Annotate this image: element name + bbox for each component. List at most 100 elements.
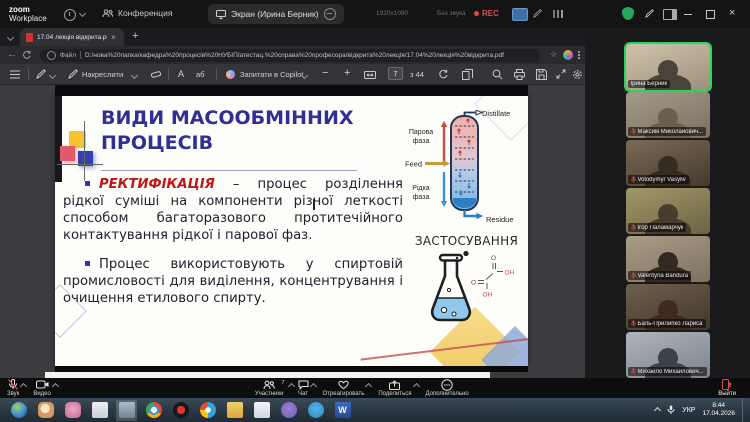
audio-label: Звук	[7, 391, 19, 397]
taskbar-app-icon[interactable]	[278, 400, 299, 421]
fit-width-icon[interactable]	[364, 71, 376, 79]
taskbar-app-icon[interactable]	[197, 400, 218, 421]
clock[interactable]: 8:44 17.04.2026	[702, 402, 735, 418]
participants-button[interactable]: Участники 7	[248, 380, 291, 397]
show-desktop-button[interactable]	[742, 398, 748, 422]
participant-video[interactable]: Баль-Прилипко Лариса	[626, 284, 710, 330]
taskbar-app-icon[interactable]	[305, 400, 326, 421]
decor-crosshair-v	[84, 121, 85, 181]
language-indicator[interactable]: УКР	[682, 407, 695, 414]
copilot-label[interactable]: Запитати в Copilot	[240, 70, 303, 79]
participant-video[interactable]: Ігор Паламарчук	[626, 188, 710, 234]
page-view-icon[interactable]	[462, 69, 473, 80]
eraser-icon[interactable]	[150, 70, 162, 79]
new-tab-button[interactable]: +	[132, 30, 138, 42]
draw-pen-icon[interactable]	[68, 69, 78, 79]
favorites-star-icon[interactable]: ☆	[550, 50, 557, 59]
tab-close-icon[interactable]: ×	[111, 33, 116, 42]
participant-name: Михайло Михайлович...	[638, 369, 704, 375]
participant-video[interactable]: Valentyna Bandura	[626, 236, 710, 282]
molecule-o: O	[471, 280, 476, 287]
layout-toggle-icon[interactable]	[663, 9, 677, 20]
taskbar-app-icon[interactable]	[224, 400, 245, 421]
dictionary-icon[interactable]: аб	[196, 70, 204, 79]
draw-label[interactable]: Накреслити	[82, 70, 123, 79]
file-info-icon[interactable]	[47, 51, 56, 60]
save-icon[interactable]	[536, 69, 547, 80]
taskbar-app-icon[interactable]	[143, 400, 164, 421]
taskbar-app-icon[interactable]	[35, 400, 56, 421]
video-thumbnail-mini[interactable]	[512, 8, 528, 21]
participant-video[interactable]: Volodymyr Vasyliv	[626, 140, 710, 186]
zoom-in-button[interactable]: +	[344, 67, 350, 79]
taskbar-app-icon[interactable]	[89, 400, 110, 421]
participant-name: Ірина Берник	[631, 81, 668, 87]
resolution-label: 1920x1080	[376, 10, 408, 17]
pdf-viewport[interactable]: ВИДИ МАСООБМІННИХ ПРОЦЕСІВ РЕКТИФІКАЦІЯ …	[0, 85, 585, 378]
taskbar-app-icon[interactable]	[8, 400, 29, 421]
chevron-down-icon[interactable]	[131, 72, 138, 79]
tray-expand-icon[interactable]	[654, 406, 661, 413]
browser-tab-active[interactable]: 17.04 лекція відкрита.pdf ×	[20, 28, 124, 46]
address-bar[interactable]: Файл D:/нова%20папка/кафедра%20процесів%…	[40, 49, 540, 62]
taskbar-app-icon[interactable]	[170, 400, 191, 421]
share-button[interactable]: Поделиться	[371, 380, 418, 397]
back-button[interactable]: ←	[7, 49, 17, 60]
chevron-down-icon[interactable]	[49, 72, 56, 79]
audio-button[interactable]: Звук	[0, 380, 26, 397]
taskbar-app-icon[interactable]	[116, 400, 137, 421]
monitor-icon	[216, 10, 226, 19]
zoom-bottom-toolbar: Звук Видео Участники 7 Чат Отреагировать	[0, 378, 750, 398]
annotate-pencil-icon[interactable]	[533, 9, 542, 18]
taskbar-app-icon[interactable]	[251, 400, 272, 421]
page-number-input[interactable]: 7	[388, 67, 403, 80]
label-liquid-1: Рідка	[412, 184, 430, 192]
tab-conference[interactable]: Конференция	[102, 8, 172, 18]
zoom-out-button[interactable]: −	[322, 67, 328, 79]
leave-button[interactable]: Выйти	[711, 380, 750, 397]
participant-name: Максим Миколайович...	[638, 129, 704, 135]
label-feed: Feed	[405, 160, 422, 169]
timer-icon	[64, 9, 76, 21]
zoom-logo: zoom Workplace	[9, 5, 47, 23]
more-ellipsis-icon	[441, 380, 453, 390]
security-shield-icon[interactable]	[622, 7, 634, 20]
menu-icon[interactable]	[10, 70, 20, 79]
video-label: Видео	[33, 391, 51, 397]
edit-pencil-icon[interactable]	[645, 9, 654, 18]
participant-video[interactable]: Михайло Михайлович...	[626, 332, 710, 378]
video-button[interactable]: Видео	[26, 380, 58, 397]
tray-mic-icon[interactable]	[667, 405, 675, 415]
copilot-icon[interactable]	[226, 70, 235, 79]
more-button[interactable]: Дополнительно	[419, 380, 476, 397]
participant-video[interactable]: Максим Миколайович...	[626, 92, 710, 138]
profile-avatar[interactable]	[563, 50, 573, 60]
participant-name: Ігор Паламарчук	[638, 225, 684, 231]
chat-button[interactable]: Чат	[291, 380, 316, 397]
settings-gear-icon[interactable]	[572, 69, 583, 80]
taskbar-app-icon[interactable]: W	[332, 400, 353, 421]
windows-taskbar: W УКР 8:44 17.04.2026	[0, 398, 750, 422]
tab-screen-share[interactable]: Экран (Ирина Берник)	[208, 4, 344, 24]
fullscreen-icon[interactable]	[556, 69, 566, 79]
refresh-icon[interactable]	[22, 50, 32, 60]
taskbar-app-icon[interactable]	[62, 400, 83, 421]
react-button[interactable]: Отреагировать	[316, 380, 372, 397]
browser-menu-icon[interactable]	[578, 51, 580, 53]
tab-search-icon[interactable]	[7, 34, 14, 41]
window-close-button[interactable]: ×	[729, 7, 735, 20]
read-aloud-icon[interactable]: A	[178, 69, 184, 79]
share-screen-icon	[389, 380, 400, 390]
window-maximize-button[interactable]	[706, 10, 715, 19]
rotate-icon[interactable]	[438, 69, 449, 80]
label-residue: Residue	[486, 215, 514, 224]
muted-mic-icon	[631, 224, 636, 231]
chevron-up-icon[interactable]	[52, 382, 59, 389]
participant-video[interactable]: Ірина Берник	[626, 44, 710, 90]
collapse-icon[interactable]	[324, 8, 336, 20]
window-minimize-button[interactable]	[684, 14, 692, 15]
highlighter-icon[interactable]	[36, 69, 46, 79]
chevron-down-icon[interactable]	[79, 10, 86, 17]
search-icon[interactable]	[492, 69, 503, 80]
print-icon[interactable]	[514, 69, 525, 80]
